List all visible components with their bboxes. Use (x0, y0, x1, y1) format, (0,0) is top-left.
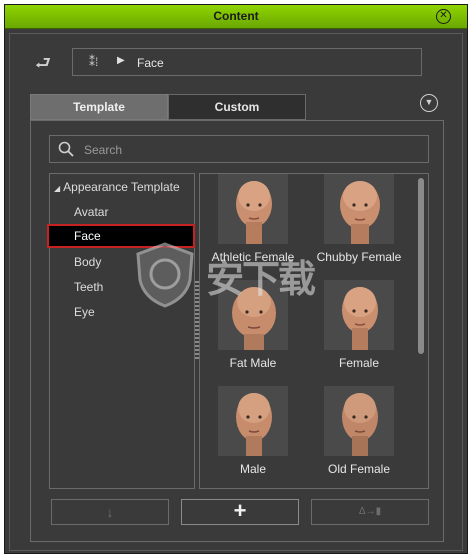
thumbnail-athletic-female[interactable]: Athletic Female (212, 174, 294, 264)
window-title: Content (213, 9, 259, 23)
female-head-icon (324, 174, 394, 244)
search-input[interactable] (84, 141, 414, 159)
character-icon: ⁑⁞ (89, 55, 99, 69)
back-arrow-icon[interactable]: ⮐ (32, 52, 54, 74)
thumbnail-old-female[interactable]: Old Female (324, 386, 394, 476)
replace-button[interactable]: Δ→▮ (311, 499, 429, 525)
thumbnail-grid: Athletic Female Chubby Female Fat Male F… (199, 173, 429, 489)
content-body: ⮐ ⁑⁞ ▶ Face Template Custom ▼ ◢Appearanc… (9, 33, 463, 551)
thumbnail-label: Chubby Female (316, 250, 402, 264)
breadcrumb[interactable]: ⁑⁞ ▶ Face (72, 48, 422, 76)
tab-template[interactable]: Template (30, 94, 168, 120)
male-head-icon (218, 280, 288, 350)
tree-item-face[interactable]: Face (47, 224, 195, 248)
breadcrumb-arrow-icon: ▶ (117, 55, 125, 66)
breadcrumb-current: Face (137, 56, 164, 70)
template-content: ◢Appearance Template Avatar Face Body Te… (30, 120, 444, 542)
tree-item-avatar[interactable]: Avatar (50, 200, 194, 224)
chevron-down-icon[interactable]: ▼ (420, 94, 438, 112)
tree-item-eye[interactable]: Eye (50, 300, 194, 324)
tree-root-label: Appearance Template (63, 180, 180, 194)
category-tree: ◢ Appearance Template Avatar Face Body Te… (47, 173, 195, 489)
content-panel: Content ✕ ⮐ ⁑⁞ ▶ Face Template Custom ▼ … (4, 4, 468, 554)
add-button[interactable]: + (181, 499, 299, 525)
thumbnail-fat-male[interactable]: Fat Male (218, 280, 288, 370)
tree-item-teeth[interactable]: Teeth (50, 275, 194, 299)
female-head-icon (324, 280, 394, 350)
thumbnail-chubby-female[interactable]: Chubby Female (317, 174, 401, 264)
thumbnail-female[interactable]: Female (324, 280, 394, 370)
female-head-icon (218, 174, 288, 244)
search-box[interactable] (49, 135, 429, 163)
download-button[interactable]: ↓ (51, 499, 169, 525)
tree-item-body[interactable]: Body (50, 250, 194, 274)
female-head-icon (324, 386, 394, 456)
male-head-icon (218, 386, 288, 456)
title-bar[interactable]: Content ✕ (5, 5, 467, 29)
expand-triangle-icon[interactable]: ◢ (54, 184, 60, 193)
tree-root[interactable]: ◢ Appearance Template (54, 180, 180, 194)
tab-custom[interactable]: Custom (168, 94, 306, 120)
thumbnail-label: Female (338, 356, 379, 370)
scrollbar[interactable] (418, 178, 424, 354)
search-icon (58, 141, 74, 157)
close-icon[interactable]: ✕ (436, 9, 451, 24)
thumbnail-label: Old Female (327, 462, 391, 476)
thumbnail-male[interactable]: Male (218, 386, 288, 476)
